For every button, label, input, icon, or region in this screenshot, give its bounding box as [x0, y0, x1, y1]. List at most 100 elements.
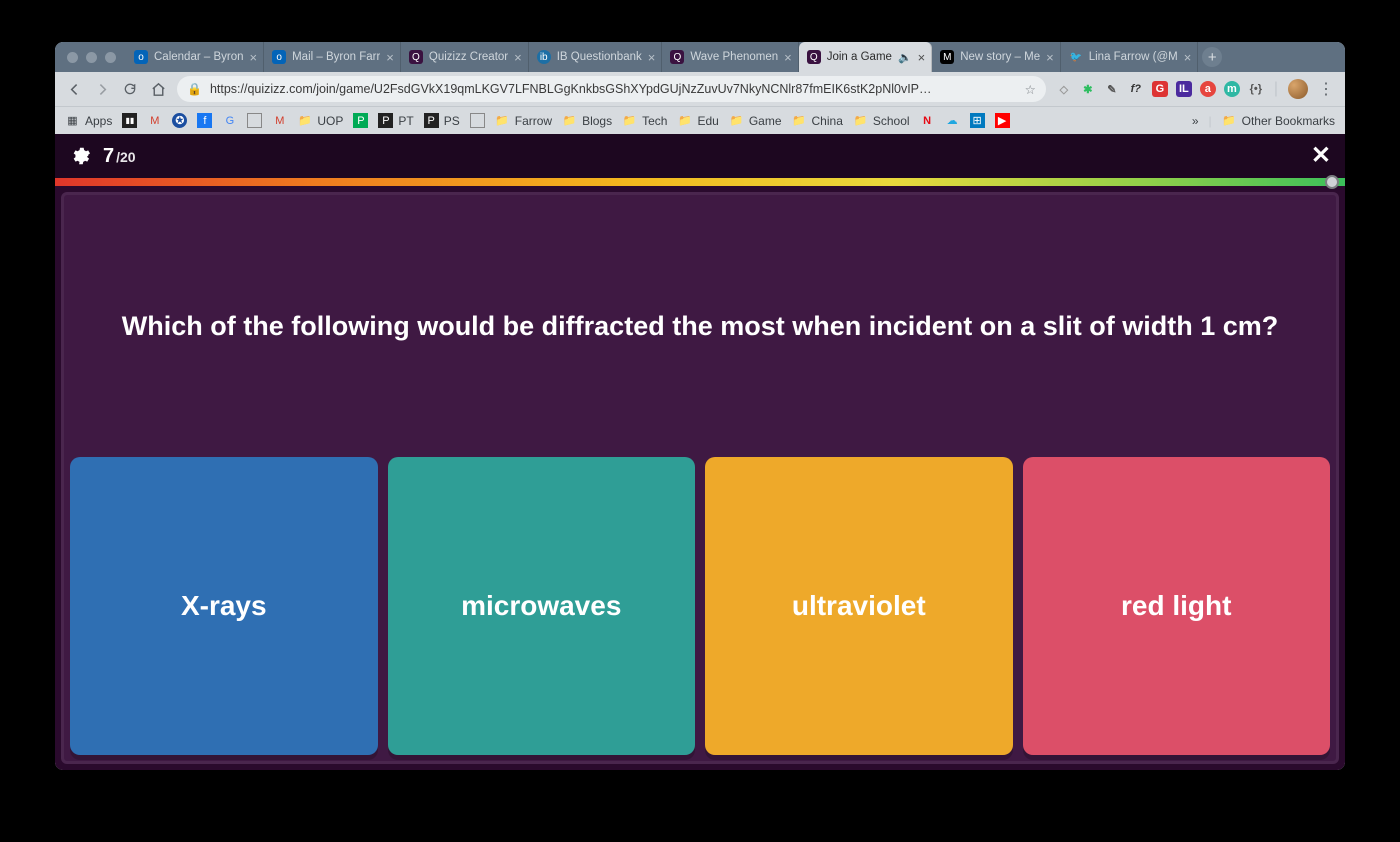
tab-medium[interactable]: M New story – Me ×: [932, 42, 1060, 72]
tab-mail[interactable]: o Mail – Byron Farr ×: [264, 42, 401, 72]
bookmark-folder-uop[interactable]: 📁UOP: [297, 113, 343, 128]
bookmark-item[interactable]: P: [353, 113, 368, 128]
new-tab-button[interactable]: +: [1198, 42, 1226, 72]
quiz-top-bar: 7/20 ✕: [55, 134, 1345, 178]
bookmark-apps[interactable]: ▦Apps: [65, 113, 112, 128]
extension-icon[interactable]: IL: [1176, 81, 1192, 97]
icon: ✪: [172, 113, 187, 128]
quizizz-icon: Q: [807, 50, 821, 64]
trello-icon: ⊞: [970, 113, 985, 128]
close-icon[interactable]: ×: [1184, 50, 1192, 65]
bookmark-item[interactable]: ☁: [945, 113, 960, 128]
address-bar[interactable]: 🔒 https://quizizz.com/join/game/U2FsdGVk…: [177, 76, 1046, 102]
tab-ib-questionbank[interactable]: ib IB Questionbank ×: [529, 42, 663, 72]
extension-icon[interactable]: {•}: [1248, 81, 1264, 97]
bookmark-gmail2[interactable]: M: [272, 113, 287, 128]
extension-icon[interactable]: a: [1200, 81, 1216, 97]
tab-calendar[interactable]: o Calendar – Byron ×: [126, 42, 264, 72]
answers-grid: X-rays microwaves ultraviolet red light: [70, 457, 1330, 755]
settings-button[interactable]: [69, 145, 91, 167]
close-icon[interactable]: ×: [784, 50, 792, 65]
gmail-icon: M: [147, 113, 162, 128]
folder-icon: 📁: [622, 113, 637, 128]
bookmark-folder-game[interactable]: 📁Game: [729, 113, 782, 128]
evernote-icon[interactable]: ✱: [1080, 81, 1096, 97]
tab-twitter[interactable]: 🐦 Lina Farrow (@M ×: [1061, 42, 1199, 72]
home-button[interactable]: [149, 80, 167, 98]
question-area: Which of the following would be diffract…: [70, 201, 1330, 451]
icon: P: [424, 113, 439, 128]
bookmark-folder-china[interactable]: 📁China: [792, 113, 843, 128]
bookmark-folder-tech[interactable]: 📁Tech: [622, 113, 667, 128]
bookmark-facebook[interactable]: f: [197, 113, 212, 128]
bookmark-item[interactable]: [247, 113, 262, 128]
extension-icon[interactable]: ◇: [1056, 81, 1072, 97]
answer-option-2[interactable]: microwaves: [388, 457, 696, 755]
bookmark-item[interactable]: [470, 113, 485, 128]
quizizz-icon: Q: [670, 50, 684, 64]
url-text: https://quizizz.com/join/game/U2FsdGVkX1…: [210, 82, 1017, 96]
facebook-icon: f: [197, 113, 212, 128]
close-icon[interactable]: ×: [250, 50, 258, 65]
extension-icon[interactable]: G: [1152, 81, 1168, 97]
reload-button[interactable]: [121, 80, 139, 98]
bookmark-folder-farrow[interactable]: 📁Farrow: [495, 113, 552, 128]
back-button[interactable]: [65, 80, 83, 98]
bookmark-gmail[interactable]: M: [147, 113, 162, 128]
folder-icon: 📁: [1222, 113, 1237, 128]
bookmark-google[interactable]: G: [222, 113, 237, 128]
other-bookmarks[interactable]: 📁Other Bookmarks: [1222, 113, 1335, 128]
bookmark-ps[interactable]: PPS: [424, 113, 460, 128]
star-icon[interactable]: ☆: [1025, 82, 1036, 97]
extension-icon[interactable]: f?: [1128, 81, 1144, 97]
bookmarks-overflow[interactable]: »: [1192, 114, 1199, 128]
bookmark-folder-blogs[interactable]: 📁Blogs: [562, 113, 612, 128]
window-controls[interactable]: [61, 42, 126, 72]
answer-option-4[interactable]: red light: [1023, 457, 1331, 755]
quiz-body: Which of the following would be diffract…: [61, 192, 1339, 764]
audio-icon: 🔈: [898, 51, 912, 64]
bookmark-folder-edu[interactable]: 📁Edu: [677, 113, 718, 128]
toolbar: 🔒 https://quizizz.com/join/game/U2FsdGVk…: [55, 72, 1345, 106]
apps-icon: ▦: [65, 113, 80, 128]
bookmark-item[interactable]: ✪: [172, 113, 187, 128]
close-icon[interactable]: ×: [514, 50, 522, 65]
timer-knob: [1325, 175, 1339, 189]
bookmark-folder-school[interactable]: 📁School: [853, 113, 910, 128]
total-questions: /20: [116, 149, 135, 165]
current-question: 7: [103, 145, 114, 168]
page-content: 7/20 ✕ Which of the following would be d…: [55, 134, 1345, 770]
tab-title: Wave Phenomen: [690, 51, 778, 63]
outlook-icon: o: [272, 50, 286, 64]
minimize-window-icon[interactable]: [86, 52, 97, 63]
tab-quizizz-creator[interactable]: Q Quizizz Creator ×: [401, 42, 529, 72]
answer-option-1[interactable]: X-rays: [70, 457, 378, 755]
menu-button[interactable]: ⋮: [1318, 79, 1335, 99]
tab-title: New story – Me: [960, 51, 1040, 63]
bookmark-pt[interactable]: PPT: [378, 113, 413, 128]
quizizz-icon: Q: [409, 50, 423, 64]
close-icon[interactable]: ×: [918, 50, 926, 65]
forward-button[interactable]: [93, 80, 111, 98]
bookmark-item[interactable]: ▮▮: [122, 113, 137, 128]
close-quiz-button[interactable]: ✕: [1311, 144, 1331, 168]
bookmark-netflix[interactable]: N: [920, 113, 935, 128]
tab-wave-phenomena[interactable]: Q Wave Phenomen ×: [662, 42, 798, 72]
folder-icon: 📁: [792, 113, 807, 128]
extension-icon[interactable]: ✎: [1104, 81, 1120, 97]
close-window-icon[interactable]: [67, 52, 78, 63]
maximize-window-icon[interactable]: [105, 52, 116, 63]
close-icon[interactable]: ×: [648, 50, 656, 65]
bookmark-youtube[interactable]: ▶: [995, 113, 1010, 128]
folder-icon: 📁: [677, 113, 692, 128]
bookmark-trello[interactable]: ⊞: [970, 113, 985, 128]
extension-icon[interactable]: m: [1224, 81, 1240, 97]
answer-option-3[interactable]: ultraviolet: [705, 457, 1013, 755]
tab-join-game[interactable]: Q Join a Game 🔈 ×: [799, 42, 933, 72]
close-icon[interactable]: ×: [386, 50, 394, 65]
tab-strip: o Calendar – Byron × o Mail – Byron Farr…: [55, 42, 1345, 72]
tab-title: Join a Game: [827, 51, 892, 63]
icon: P: [353, 113, 368, 128]
profile-avatar[interactable]: [1288, 79, 1308, 99]
close-icon[interactable]: ×: [1046, 50, 1054, 65]
